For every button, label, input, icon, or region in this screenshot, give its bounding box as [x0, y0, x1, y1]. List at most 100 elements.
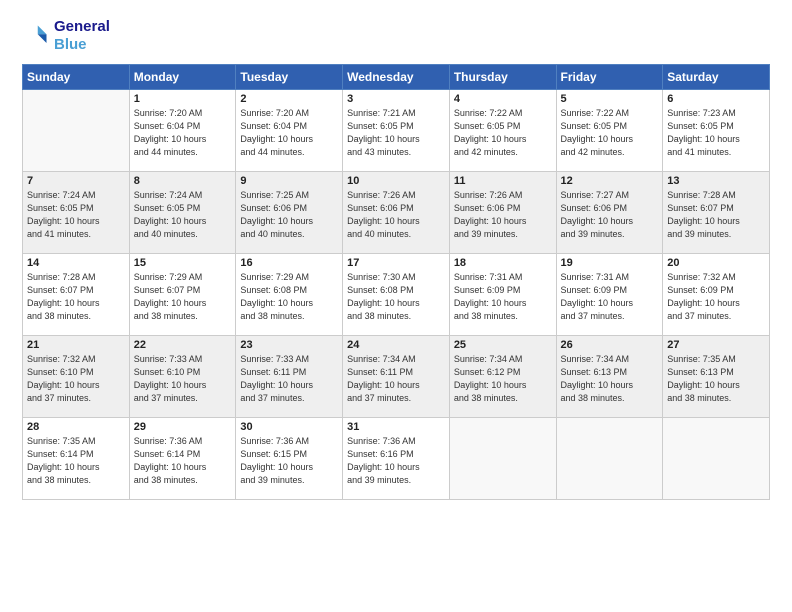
day-cell: 6 Sunrise: 7:23 AM Sunset: 6:05 PM Daylig…	[663, 90, 770, 172]
day-cell	[556, 418, 663, 500]
day-detail: Sunrise: 7:26 AM Sunset: 6:06 PM Dayligh…	[347, 189, 445, 241]
day-cell: 8 Sunrise: 7:24 AM Sunset: 6:05 PM Daylig…	[129, 172, 236, 254]
day-cell: 4 Sunrise: 7:22 AM Sunset: 6:05 PM Daylig…	[449, 90, 556, 172]
day-number: 6	[667, 93, 765, 105]
day-cell: 9 Sunrise: 7:25 AM Sunset: 6:06 PM Daylig…	[236, 172, 343, 254]
col-header-wednesday: Wednesday	[343, 65, 450, 90]
day-number: 9	[240, 175, 338, 187]
day-cell: 21 Sunrise: 7:32 AM Sunset: 6:10 PM Dayli…	[23, 336, 130, 418]
day-detail: Sunrise: 7:35 AM Sunset: 6:13 PM Dayligh…	[667, 353, 765, 405]
day-detail: Sunrise: 7:21 AM Sunset: 6:05 PM Dayligh…	[347, 107, 445, 159]
week-row-4: 21 Sunrise: 7:32 AM Sunset: 6:10 PM Dayli…	[23, 336, 770, 418]
day-detail: Sunrise: 7:33 AM Sunset: 6:10 PM Dayligh…	[134, 353, 232, 405]
day-cell: 19Sunrise: 7:31 AM Sunset: 6:09 PM Dayli…	[556, 254, 663, 336]
day-cell: 12 Sunrise: 7:27 AM Sunset: 6:06 PM Dayli…	[556, 172, 663, 254]
day-number: 25	[454, 339, 552, 351]
col-header-friday: Friday	[556, 65, 663, 90]
day-detail: Sunrise: 7:25 AM Sunset: 6:06 PM Dayligh…	[240, 189, 338, 241]
day-cell: 1Sunrise: 7:20 AM Sunset: 6:04 PM Daylig…	[129, 90, 236, 172]
day-detail: Sunrise: 7:23 AM Sunset: 6:05 PM Dayligh…	[667, 107, 765, 159]
week-row-1: 1Sunrise: 7:20 AM Sunset: 6:04 PM Daylig…	[23, 90, 770, 172]
day-detail: Sunrise: 7:34 AM Sunset: 6:13 PM Dayligh…	[561, 353, 659, 405]
day-detail: Sunrise: 7:22 AM Sunset: 6:05 PM Dayligh…	[561, 107, 659, 159]
day-number: 17	[347, 257, 445, 269]
day-number: 11	[454, 175, 552, 187]
day-number: 12	[561, 175, 659, 187]
day-number: 30	[240, 421, 338, 433]
day-cell: 17 Sunrise: 7:30 AM Sunset: 6:08 PM Dayli…	[343, 254, 450, 336]
day-number: 2	[240, 93, 338, 105]
day-number: 13	[667, 175, 765, 187]
day-number: 24	[347, 339, 445, 351]
day-detail: Sunrise: 7:29 AM Sunset: 6:08 PM Dayligh…	[240, 271, 338, 323]
day-cell: 25 Sunrise: 7:34 AM Sunset: 6:12 PM Dayli…	[449, 336, 556, 418]
day-detail: Sunrise: 7:30 AM Sunset: 6:08 PM Dayligh…	[347, 271, 445, 323]
day-cell: 3 Sunrise: 7:21 AM Sunset: 6:05 PM Daylig…	[343, 90, 450, 172]
day-number: 4	[454, 93, 552, 105]
col-header-thursday: Thursday	[449, 65, 556, 90]
col-header-saturday: Saturday	[663, 65, 770, 90]
day-cell: 10 Sunrise: 7:26 AM Sunset: 6:06 PM Dayli…	[343, 172, 450, 254]
day-cell: 22Sunrise: 7:33 AM Sunset: 6:10 PM Dayli…	[129, 336, 236, 418]
day-number: 3	[347, 93, 445, 105]
day-number: 7	[27, 175, 125, 187]
day-cell: 31Sunrise: 7:36 AM Sunset: 6:16 PM Dayli…	[343, 418, 450, 500]
day-cell: 26 Sunrise: 7:34 AM Sunset: 6:13 PM Dayli…	[556, 336, 663, 418]
day-cell: 29 Sunrise: 7:36 AM Sunset: 6:14 PM Dayli…	[129, 418, 236, 500]
day-detail: Sunrise: 7:28 AM Sunset: 6:07 PM Dayligh…	[27, 271, 125, 323]
day-number: 14	[27, 257, 125, 269]
day-number: 27	[667, 339, 765, 351]
day-detail: Sunrise: 7:35 AM Sunset: 6:14 PM Dayligh…	[27, 435, 125, 487]
week-row-2: 7 Sunrise: 7:24 AM Sunset: 6:05 PM Daylig…	[23, 172, 770, 254]
day-detail: Sunrise: 7:24 AM Sunset: 6:05 PM Dayligh…	[134, 189, 232, 241]
day-cell: 5 Sunrise: 7:22 AM Sunset: 6:05 PM Daylig…	[556, 90, 663, 172]
day-number: 5	[561, 93, 659, 105]
day-number: 15	[134, 257, 232, 269]
day-cell: 2Sunrise: 7:20 AM Sunset: 6:04 PM Daylig…	[236, 90, 343, 172]
day-detail: Sunrise: 7:26 AM Sunset: 6:06 PM Dayligh…	[454, 189, 552, 241]
day-number: 29	[134, 421, 232, 433]
day-number: 10	[347, 175, 445, 187]
day-detail: Sunrise: 7:29 AM Sunset: 6:07 PM Dayligh…	[134, 271, 232, 323]
day-detail: Sunrise: 7:31 AM Sunset: 6:09 PM Dayligh…	[454, 271, 552, 323]
day-detail: Sunrise: 7:32 AM Sunset: 6:10 PM Dayligh…	[27, 353, 125, 405]
logo-text: General Blue	[54, 18, 110, 54]
day-number: 16	[240, 257, 338, 269]
day-cell: 11 Sunrise: 7:26 AM Sunset: 6:06 PM Dayli…	[449, 172, 556, 254]
day-detail: Sunrise: 7:34 AM Sunset: 6:12 PM Dayligh…	[454, 353, 552, 405]
day-number: 26	[561, 339, 659, 351]
day-detail: Sunrise: 7:32 AM Sunset: 6:09 PM Dayligh…	[667, 271, 765, 323]
day-number: 20	[667, 257, 765, 269]
day-detail: Sunrise: 7:24 AM Sunset: 6:05 PM Dayligh…	[27, 189, 125, 241]
day-detail: Sunrise: 7:36 AM Sunset: 6:15 PM Dayligh…	[240, 435, 338, 487]
day-number: 18	[454, 257, 552, 269]
day-detail: Sunrise: 7:36 AM Sunset: 6:14 PM Dayligh…	[134, 435, 232, 487]
calendar-table: SundayMondayTuesdayWednesdayThursdayFrid…	[22, 64, 770, 500]
day-number: 8	[134, 175, 232, 187]
day-cell: 20 Sunrise: 7:32 AM Sunset: 6:09 PM Dayli…	[663, 254, 770, 336]
day-detail: Sunrise: 7:22 AM Sunset: 6:05 PM Dayligh…	[454, 107, 552, 159]
day-detail: Sunrise: 7:34 AM Sunset: 6:11 PM Dayligh…	[347, 353, 445, 405]
day-cell	[663, 418, 770, 500]
col-header-tuesday: Tuesday	[236, 65, 343, 90]
header-row: SundayMondayTuesdayWednesdayThursdayFrid…	[23, 65, 770, 90]
day-number: 21	[27, 339, 125, 351]
day-cell: 15 Sunrise: 7:29 AM Sunset: 6:07 PM Dayli…	[129, 254, 236, 336]
day-detail: Sunrise: 7:20 AM Sunset: 6:04 PM Dayligh…	[134, 107, 232, 159]
day-detail: Sunrise: 7:28 AM Sunset: 6:07 PM Dayligh…	[667, 189, 765, 241]
day-number: 23	[240, 339, 338, 351]
day-cell: 13 Sunrise: 7:28 AM Sunset: 6:07 PM Dayli…	[663, 172, 770, 254]
day-detail: Sunrise: 7:27 AM Sunset: 6:06 PM Dayligh…	[561, 189, 659, 241]
day-cell: 18 Sunrise: 7:31 AM Sunset: 6:09 PM Dayli…	[449, 254, 556, 336]
day-cell: 24 Sunrise: 7:34 AM Sunset: 6:11 PM Dayli…	[343, 336, 450, 418]
day-cell: 23Sunrise: 7:33 AM Sunset: 6:11 PM Dayli…	[236, 336, 343, 418]
day-cell	[23, 90, 130, 172]
week-row-3: 14 Sunrise: 7:28 AM Sunset: 6:07 PM Dayli…	[23, 254, 770, 336]
page: General Blue SundayMondayTuesdayWednesda…	[0, 0, 792, 612]
week-row-5: 28Sunrise: 7:35 AM Sunset: 6:14 PM Dayli…	[23, 418, 770, 500]
day-cell: 16 Sunrise: 7:29 AM Sunset: 6:08 PM Dayli…	[236, 254, 343, 336]
day-number: 31	[347, 421, 445, 433]
day-cell: 7 Sunrise: 7:24 AM Sunset: 6:05 PM Daylig…	[23, 172, 130, 254]
col-header-monday: Monday	[129, 65, 236, 90]
day-cell	[449, 418, 556, 500]
